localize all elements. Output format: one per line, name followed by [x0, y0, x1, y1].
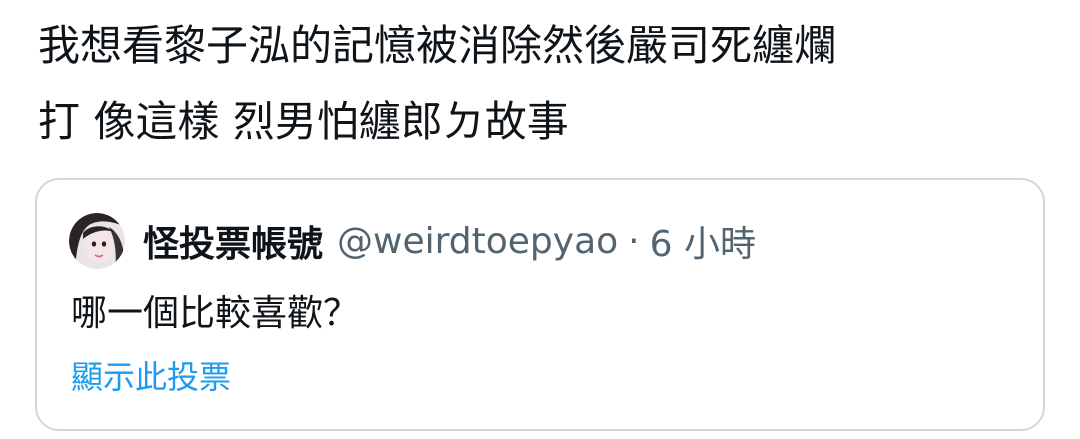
quoted-tweet-card[interactable]: 怪投票帳號 @weirdtoepyao · 6 小時 哪一個比較喜歡？ 顯示此投… — [35, 178, 1045, 431]
quoted-tweet-header: 怪投票帳號 @weirdtoepyao · 6 小時 — [69, 212, 756, 270]
tweet-text-line-2: 打 像這樣 烈男怕纏郎ㄉ故事 — [38, 97, 569, 146]
show-poll-link[interactable]: 顯示此投票 — [71, 352, 231, 398]
quoted-timestamp[interactable]: 6 小時 — [650, 215, 756, 267]
quoted-tweet-text: 哪一個比較喜歡？ — [71, 293, 360, 334]
user-avatar-icon[interactable] — [69, 213, 125, 269]
separator-dot: · — [628, 220, 640, 262]
tweet-text-line-1: 我想看黎子泓的記憶被消除然後嚴司死纏爛 — [38, 21, 837, 70]
tweet-text: 我想看黎子泓的記憶被消除然後嚴司死纏爛 打 像這樣 烈男怕纏郎ㄉ故事 — [38, 8, 1048, 160]
quoted-handle[interactable]: @weirdtoepyao — [337, 221, 618, 262]
quoted-display-name[interactable]: 怪投票帳號 — [143, 215, 323, 267]
